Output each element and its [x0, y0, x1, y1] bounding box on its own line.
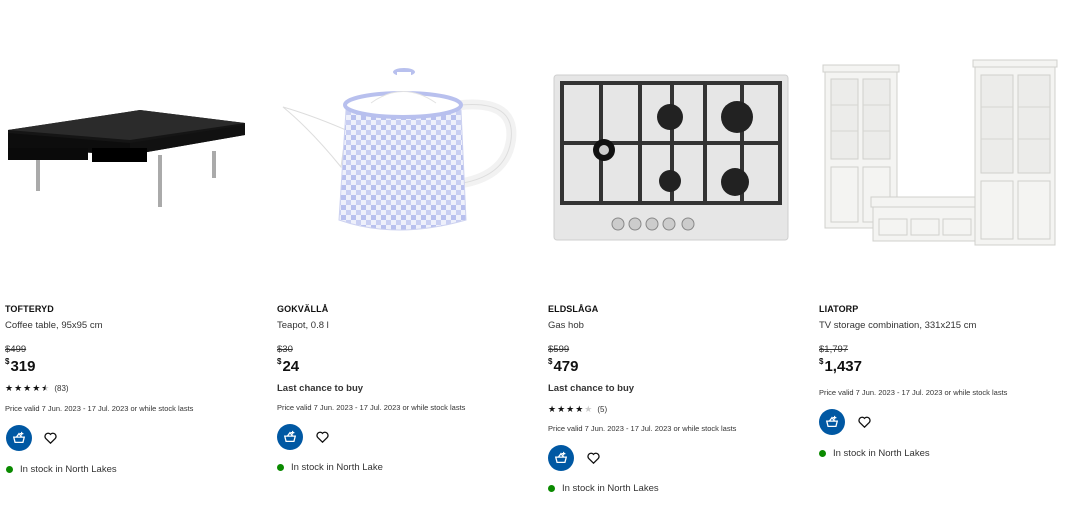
add-to-cart-button[interactable]	[819, 409, 845, 435]
product-name[interactable]: ELDSLÅGA	[548, 304, 598, 314]
rating-count: (83)	[54, 384, 69, 393]
heart-icon	[315, 431, 329, 443]
product-image-tv-storage[interactable]	[813, 55, 1063, 255]
rating-stars: ★★★★★	[5, 383, 51, 393]
add-to-cart-icon	[554, 451, 568, 464]
add-to-cart-icon	[12, 431, 26, 444]
rating[interactable]: ★★★★★ (83)	[5, 383, 69, 394]
product-description: TV storage combination, 331x215 cm	[819, 320, 977, 331]
save-to-favourites-button[interactable]	[586, 451, 600, 465]
stock-text: In stock in North Lakes	[20, 464, 117, 475]
stock-status: In stock in North Lakes	[819, 448, 930, 459]
last-chance-label: Last chance to buy	[277, 383, 364, 394]
product-description: Teapot, 0.8 l	[277, 320, 329, 331]
rating[interactable]: ★★★★★ (5)	[548, 404, 607, 415]
current-price: $319	[5, 357, 36, 375]
heart-icon	[586, 452, 600, 464]
previous-price: $1,797	[819, 344, 849, 355]
in-stock-dot	[819, 450, 826, 457]
previous-price: $599	[548, 344, 570, 355]
save-to-favourites-button[interactable]	[857, 415, 871, 429]
product-name[interactable]: TOFTERYD	[5, 304, 54, 314]
price-validity: Price valid 7 Jun. 2023 - 17 Jul. 2023 o…	[5, 404, 194, 413]
stock-text: In stock in North Lakes	[562, 483, 659, 494]
product-name[interactable]: GOKVÄLLÅ	[277, 304, 328, 314]
current-price: $1,437	[819, 357, 862, 375]
stock-text: In stock in North Lakes	[833, 448, 930, 459]
rating-stars: ★★★★★	[548, 404, 594, 414]
add-to-cart-button[interactable]	[548, 445, 574, 471]
heart-icon	[43, 432, 57, 444]
current-price: $24	[277, 357, 300, 375]
current-price: $479	[548, 357, 579, 375]
price-validity: Price valid 7 Jun. 2023 - 17 Jul. 2023 o…	[548, 424, 737, 433]
rating-count: (5)	[597, 405, 608, 414]
add-to-cart-button[interactable]	[277, 424, 303, 450]
product-card-eldslaga[interactable]: ELDSLÅGA Gas hob $599 $479 Last chance t…	[542, 0, 792, 515]
price-validity: Price valid 7 Jun. 2023 - 17 Jul. 2023 o…	[277, 403, 466, 412]
in-stock-dot	[548, 485, 555, 492]
product-card-liatorp[interactable]: LIATORP TV storage combination, 331x215 …	[813, 0, 1063, 515]
product-card-tofteryd[interactable]: TOFTERYD Coffee table, 95x95 cm $499 $31…	[0, 0, 250, 515]
add-to-cart-icon	[825, 415, 839, 428]
save-to-favourites-button[interactable]	[315, 430, 329, 444]
in-stock-dot	[277, 464, 284, 471]
previous-price: $499	[5, 344, 27, 355]
add-to-cart-button[interactable]	[6, 425, 32, 451]
last-chance-label: Last chance to buy	[548, 383, 635, 394]
heart-icon	[857, 416, 871, 428]
product-image-gas-hob[interactable]	[542, 55, 792, 255]
add-to-cart-icon	[283, 430, 297, 443]
product-description: Coffee table, 95x95 cm	[5, 320, 103, 331]
stock-text: In stock in North Lake	[291, 462, 383, 473]
in-stock-dot	[6, 466, 13, 473]
stock-status: In stock in North Lakes	[6, 464, 117, 475]
stock-status: In stock in North Lake	[277, 462, 383, 473]
product-card-gokvalla[interactable]: GOKVÄLLÅ Teapot, 0.8 l $30 $24 Last chan…	[271, 0, 521, 515]
save-to-favourites-button[interactable]	[43, 431, 57, 445]
previous-price: $30	[277, 344, 293, 355]
price-validity: Price valid 7 Jun. 2023 - 17 Jul. 2023 o…	[819, 388, 1008, 397]
product-image-teapot[interactable]	[271, 55, 521, 255]
product-image-coffee-table[interactable]	[0, 55, 250, 255]
product-name[interactable]: LIATORP	[819, 304, 858, 314]
product-description: Gas hob	[548, 320, 584, 331]
stock-status: In stock in North Lakes	[548, 483, 659, 494]
